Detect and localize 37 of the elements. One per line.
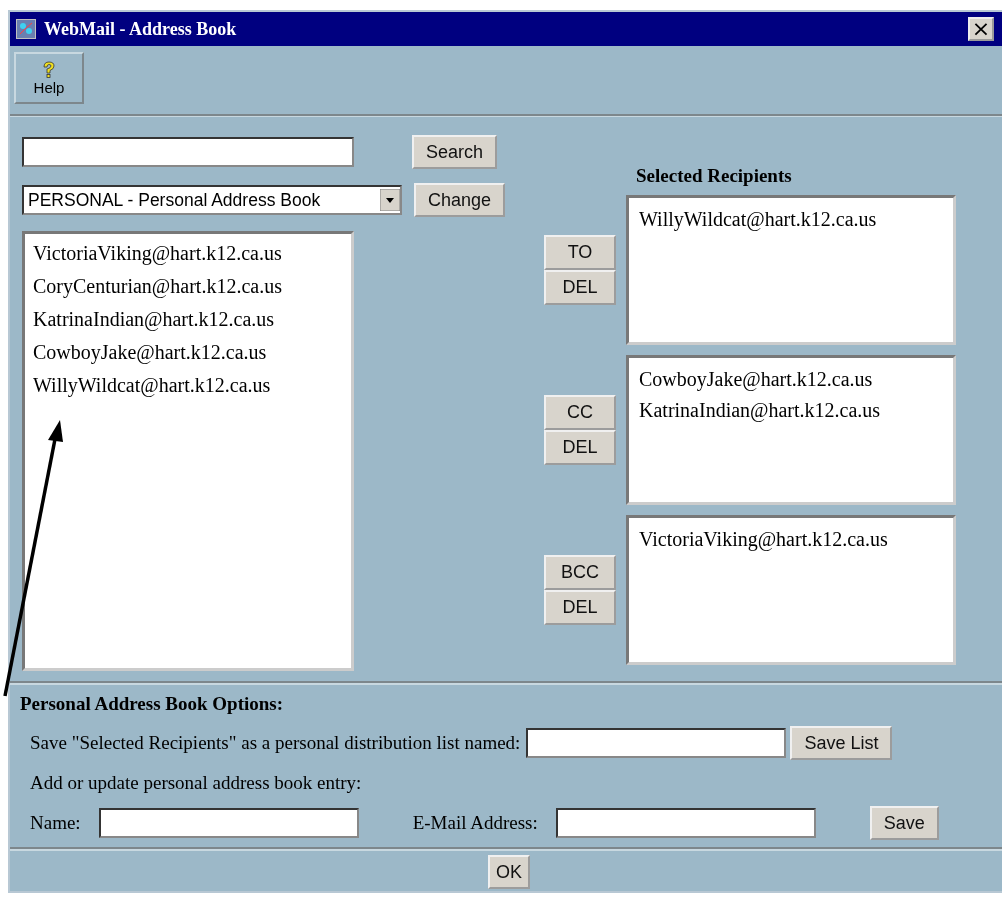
help-icon <box>42 60 56 79</box>
field-label: E-Mail Address: <box>412 812 538 834</box>
address-item[interactable]: CowboyJake@hart.k12.ca.us <box>33 339 351 372</box>
window-title: WebMail - Address Book <box>44 18 237 40</box>
address-item[interactable]: WillyWildcat@hart.k12.ca.us <box>33 372 351 405</box>
add-recipient-button[interactable]: TO <box>544 235 616 270</box>
search-field[interactable] <box>22 137 354 167</box>
section-heading: Personal Address Book Options: <box>20 693 285 715</box>
save-button[interactable]: Save <box>869 806 939 840</box>
delete-button[interactable]: DEL <box>544 270 616 305</box>
delete-button[interactable]: DEL <box>544 590 616 625</box>
field-label: Save "Selected Recipients" as a personal distribution list named: <box>30 732 521 754</box>
save-list-button[interactable]: Save List <box>790 726 893 760</box>
section-heading: Selected Recipients <box>636 165 793 187</box>
address-item[interactable]: CoryCenturian@hart.k12.ca.us <box>33 273 351 306</box>
recipient-item[interactable]: WillyWildcat@hart.k12.ca.us <box>639 206 953 237</box>
close-button[interactable]: × <box>968 17 994 41</box>
dropdown-arrow-icon <box>380 189 400 211</box>
recipient-item[interactable]: KatrinaIndian@hart.k12.ca.us <box>639 397 953 428</box>
recipient-item[interactable]: CowboyJake@hart.k12.ca.us <box>639 366 953 397</box>
search-button[interactable]: Search <box>412 135 498 169</box>
recipient-item[interactable]: VictoriaViking@hart.k12.ca.us <box>639 526 953 557</box>
add-recipient-button[interactable]: CC <box>544 395 616 430</box>
add-recipient-button[interactable]: BCC <box>544 555 616 590</box>
change-button[interactable]: Change <box>414 183 506 217</box>
list-name-field[interactable] <box>526 728 787 758</box>
email-field[interactable] <box>555 808 816 838</box>
field-label: Name: <box>30 812 81 834</box>
ok-button[interactable]: OK <box>488 855 530 889</box>
delete-button[interactable]: DEL <box>544 430 616 465</box>
app-icon <box>16 19 36 39</box>
help-button[interactable]: Help <box>14 52 84 104</box>
name-field[interactable] <box>98 808 359 838</box>
instruction-text: Add or update personal address book entry: <box>30 772 362 794</box>
address-book-dropdown[interactable]: PERSONAL - Personal Address Book <box>22 185 402 215</box>
address-item[interactable]: KatrinaIndian@hart.k12.ca.us <box>33 306 351 339</box>
address-item[interactable]: VictoriaViking@hart.k12.ca.us <box>33 240 351 273</box>
